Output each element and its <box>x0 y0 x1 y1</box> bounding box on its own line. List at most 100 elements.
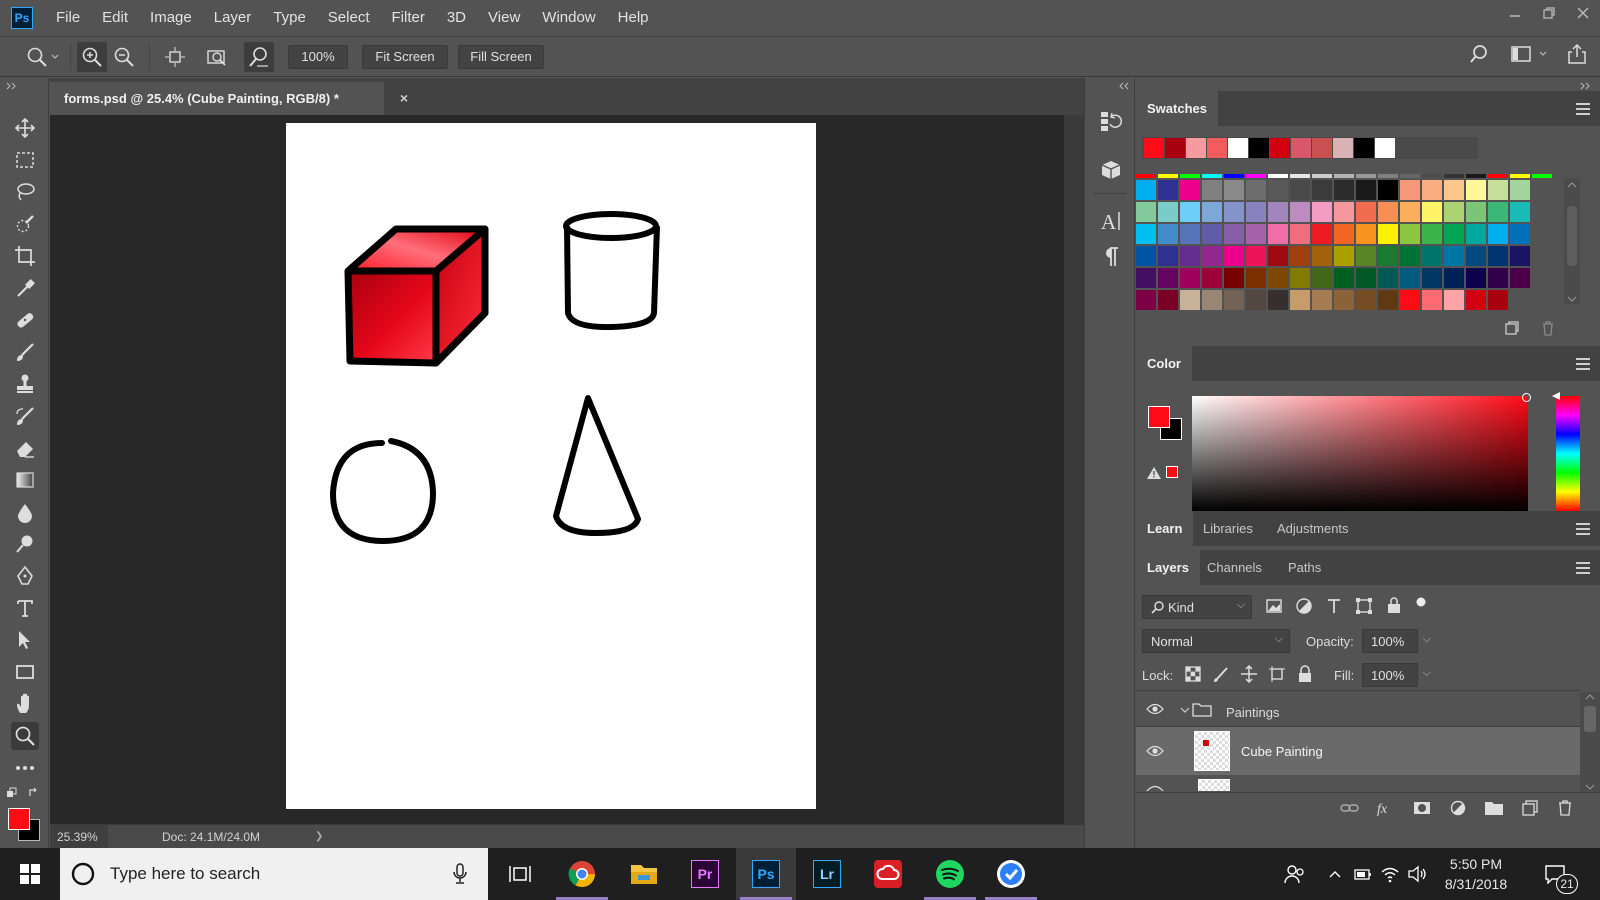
lasso-tool[interactable] <box>11 178 39 206</box>
close-document-icon[interactable]: × <box>400 90 408 106</box>
recent-swatch[interactable] <box>1333 138 1353 158</box>
fill-screen-button[interactable]: Fill Screen <box>458 44 544 69</box>
swatch-strip[interactable] <box>1532 174 1552 178</box>
layer-style-fx-icon[interactable]: fx <box>1376 800 1396 816</box>
swatch[interactable] <box>1510 246 1530 266</box>
pen-tool[interactable] <box>11 562 39 590</box>
tab-channels[interactable]: Channels <box>1196 550 1273 585</box>
swatch[interactable] <box>1422 180 1442 200</box>
recent-swatch[interactable] <box>1165 138 1185 158</box>
paragraph-panel-button[interactable] <box>1098 244 1124 270</box>
swatch[interactable] <box>1466 268 1486 288</box>
swatch[interactable] <box>1290 290 1310 310</box>
swatch[interactable] <box>1488 180 1508 200</box>
swatch[interactable] <box>1180 290 1200 310</box>
scrubby-zoom-button[interactable] <box>244 41 274 72</box>
zoom-in-button[interactable] <box>77 41 107 72</box>
taskbar-blue-app[interactable] <box>981 848 1041 900</box>
swatch[interactable] <box>1356 268 1376 288</box>
filter-adjustment-icon[interactable] <box>1294 596 1314 616</box>
swatch-strip[interactable] <box>1488 174 1508 178</box>
swatch[interactable] <box>1466 180 1486 200</box>
swatch[interactable] <box>1400 246 1420 266</box>
swatch[interactable] <box>1246 268 1266 288</box>
filter-shape-icon[interactable] <box>1354 596 1374 616</box>
type-tool[interactable] <box>11 594 39 622</box>
swatch[interactable] <box>1334 202 1354 222</box>
default-colors-icon[interactable] <box>6 787 18 799</box>
visibility-eye-icon[interactable] <box>1146 785 1164 791</box>
swatch-strip[interactable] <box>1268 174 1288 178</box>
recent-swatch[interactable] <box>1375 138 1395 158</box>
layers-panel-menu-icon[interactable] <box>1576 562 1590 577</box>
swatch[interactable] <box>1268 268 1288 288</box>
swatch[interactable] <box>1334 246 1354 266</box>
swatch[interactable] <box>1444 224 1464 244</box>
swatch[interactable] <box>1224 224 1244 244</box>
share-button[interactable] <box>1566 43 1588 65</box>
menu-layer[interactable]: Layer <box>203 0 263 35</box>
swatch-strip[interactable] <box>1356 174 1376 178</box>
swatch[interactable] <box>1202 180 1222 200</box>
swatches-panel-menu-icon[interactable] <box>1576 103 1590 118</box>
link-layers-icon[interactable] <box>1340 800 1360 816</box>
crop-tool[interactable] <box>11 242 39 270</box>
menu-help[interactable]: Help <box>607 0 660 35</box>
swatch-strip[interactable] <box>1466 174 1486 178</box>
chevron-down-icon[interactable] <box>1180 705 1190 715</box>
swatch[interactable] <box>1158 290 1178 310</box>
lock-pixels-icon[interactable] <box>1212 665 1230 683</box>
swatch[interactable] <box>1444 290 1464 310</box>
swatch[interactable] <box>1268 202 1288 222</box>
tab-paths[interactable]: Paths <box>1277 550 1332 585</box>
path-selection-tool[interactable] <box>11 626 39 654</box>
swatch-strip[interactable] <box>1312 174 1332 178</box>
menu-file[interactable]: File <box>45 0 91 35</box>
character-panel-button[interactable]: A <box>1098 208 1124 234</box>
lock-position-icon[interactable] <box>1240 665 1258 683</box>
layers-scroll-thumb[interactable] <box>1584 706 1596 732</box>
swatch[interactable] <box>1268 246 1288 266</box>
swatch[interactable] <box>1466 290 1486 310</box>
task-view-button[interactable] <box>490 848 550 900</box>
swatch[interactable] <box>1356 202 1376 222</box>
out-of-gamut-warning-icon[interactable] <box>1146 466 1162 480</box>
blend-mode-dropdown[interactable]: Normal ⌵ <box>1142 629 1290 653</box>
swatch[interactable] <box>1180 202 1200 222</box>
expand-panels-icon[interactable] <box>1580 82 1590 90</box>
swatch[interactable] <box>1136 246 1156 266</box>
swatch-strip[interactable] <box>1224 174 1244 178</box>
visibility-eye-icon[interactable] <box>1146 745 1164 757</box>
swatch[interactable] <box>1224 290 1244 310</box>
menu-select[interactable]: Select <box>317 0 381 35</box>
swatch[interactable] <box>1312 268 1332 288</box>
recent-swatch[interactable] <box>1249 138 1269 158</box>
swatch[interactable] <box>1290 268 1310 288</box>
swatch[interactable] <box>1488 268 1508 288</box>
swatch[interactable] <box>1334 268 1354 288</box>
zoom-out-button[interactable] <box>109 42 139 72</box>
new-layer-icon[interactable] <box>1520 800 1540 816</box>
swatch[interactable] <box>1268 224 1288 244</box>
swatch[interactable] <box>1334 180 1354 200</box>
action-center-button[interactable]: 21 <box>1530 848 1580 900</box>
show-hidden-icons-button[interactable] <box>1324 848 1346 900</box>
taskbar-file-explorer[interactable] <box>614 848 674 900</box>
swatch[interactable] <box>1158 224 1178 244</box>
menu-3d[interactable]: 3D <box>436 0 477 35</box>
swatch[interactable] <box>1378 224 1398 244</box>
swatch[interactable] <box>1224 180 1244 200</box>
microphone-icon[interactable] <box>452 863 468 885</box>
history-panel-button[interactable] <box>1098 108 1124 134</box>
quick-selection-tool[interactable] <box>11 210 39 238</box>
swatch-strip[interactable] <box>1136 174 1156 178</box>
menu-image[interactable]: Image <box>139 0 203 35</box>
swatch[interactable] <box>1510 202 1530 222</box>
swatch[interactable] <box>1180 268 1200 288</box>
swatch[interactable] <box>1488 202 1508 222</box>
layer-filter-dropdown[interactable]: Kind ⌵ <box>1142 595 1252 619</box>
swatch-strip[interactable] <box>1444 174 1464 178</box>
lock-artboard-icon[interactable] <box>1268 665 1286 683</box>
spot-healing-tool[interactable] <box>11 306 39 334</box>
swatch[interactable] <box>1136 202 1156 222</box>
